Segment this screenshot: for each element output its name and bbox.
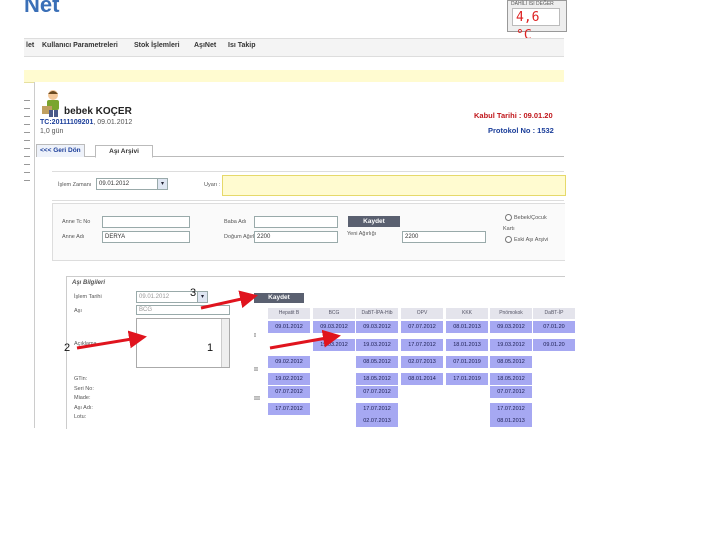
annotation-1: 1 bbox=[207, 342, 214, 354]
annotation-2: 2 bbox=[64, 342, 71, 354]
arrow-1 bbox=[269, 329, 341, 350]
arrow-2 bbox=[76, 330, 147, 350]
annotation-3: 3 bbox=[190, 287, 197, 299]
annotation-arrows bbox=[76, 290, 341, 350]
arrow-3 bbox=[200, 290, 258, 310]
